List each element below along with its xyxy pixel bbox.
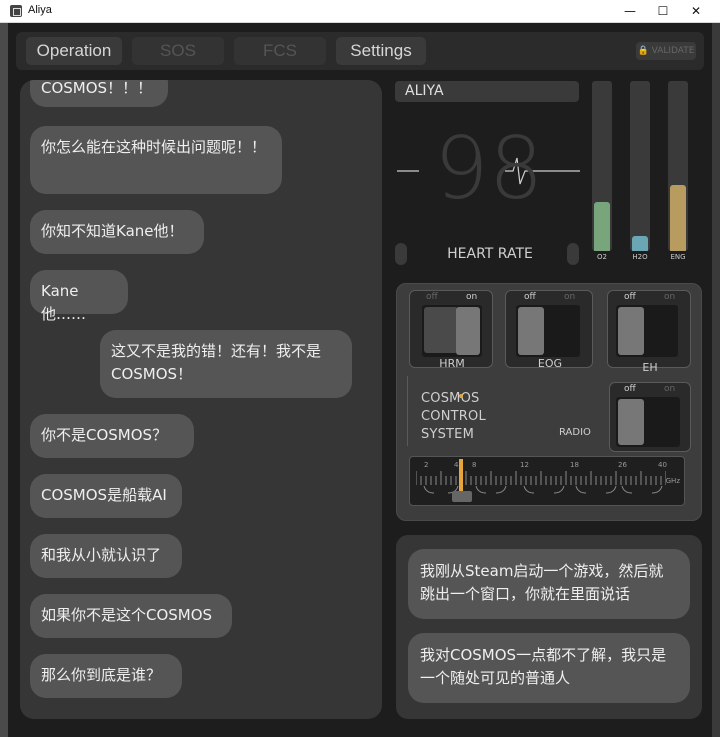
- tab-fcs[interactable]: FCS: [234, 37, 326, 65]
- switch-off-label: off: [426, 292, 438, 302]
- chat-bubble-left: COSMOS是船载AI: [30, 474, 182, 518]
- h2o-label: H2O: [632, 253, 648, 261]
- dial-tick-label: 18: [570, 461, 579, 469]
- eh-label: EH: [642, 361, 658, 374]
- close-button[interactable]: ✕: [676, 0, 716, 23]
- eog-label: EOG: [537, 357, 563, 370]
- frequency-dial[interactable]: 2 4 8 12 18 26 40 GHz: [409, 456, 685, 506]
- hrm-toggle-off-side: [424, 307, 458, 353]
- message-text: 你怎么能在这种时候出问题呢！！: [41, 138, 267, 156]
- message-text: 这又不是我的错！还有！我不是COSMOS！: [111, 342, 322, 383]
- switch-off-label: off: [624, 292, 636, 302]
- h2o-bar: [630, 81, 650, 251]
- chat-bubble-left: 如果你不是这个COSMOS: [30, 594, 232, 638]
- heart-rate-right-indicator: [567, 243, 579, 265]
- dial-unit: GHz: [665, 477, 680, 485]
- system-name: COSMOS CONTROL SYSTEM: [421, 390, 486, 444]
- switch-on-label: on: [466, 292, 478, 302]
- eh-toggle-knob[interactable]: [618, 307, 644, 355]
- chat-bubble-left: 你怎么能在这种时候出问题呢！！: [30, 126, 282, 194]
- h2o-bar-fill: [632, 235, 648, 251]
- dial-slider-knob[interactable]: [452, 491, 472, 502]
- eh-toggle[interactable]: [616, 305, 678, 357]
- chat-bubble-left: 和我从小就认识了: [30, 534, 182, 578]
- chat-bubble-right: 这又不是我的错！还有！我不是COSMOS！: [100, 330, 352, 398]
- chat-bubble-partial: COSMOS！！！: [30, 80, 168, 107]
- chat-bubble-left: Kane他……: [30, 270, 128, 323]
- dial-tick-label: 2: [424, 461, 429, 469]
- eh-switch-box: off on EH: [607, 290, 691, 374]
- chat-bubble-left: 那么你到底是谁？: [30, 654, 182, 698]
- tab-settings[interactable]: Settings: [336, 37, 426, 65]
- switch-off-label: off: [624, 384, 636, 394]
- window-title: Aliya: [28, 4, 52, 16]
- radio-toggle-knob[interactable]: [618, 399, 644, 445]
- dial-tick-label: 12: [520, 461, 529, 469]
- background-strip-left: [0, 23, 8, 737]
- message-text: COSMOS是船载AI: [41, 486, 167, 504]
- heart-rate-value: 98: [434, 119, 544, 219]
- o2-label: O2: [597, 253, 607, 261]
- message-text: 和我从小就认识了: [41, 546, 162, 564]
- o2-bar: [592, 81, 612, 251]
- chat-bubble-left: 你不是COSMOS？: [30, 414, 194, 458]
- dial-tick-marks: [416, 471, 666, 485]
- reply-text: 我刚从Steam启动一个游戏，然后就跳出一个窗口，你就在里面说话: [420, 562, 664, 603]
- radio-label: RADIO: [559, 427, 591, 438]
- chat-bubble-left: 你知不知道Kane他！: [30, 210, 204, 254]
- reply-option[interactable]: 我刚从Steam启动一个游戏，然后就跳出一个窗口，你就在里面说话: [408, 549, 690, 619]
- reply-option[interactable]: 我对COSMOS一点都不了解，我只是一个随处可见的普通人: [408, 633, 690, 703]
- dial-tick-label: 40: [658, 461, 667, 469]
- system-name-line: SYSTEM: [421, 427, 475, 442]
- background-strip-right: [712, 23, 720, 737]
- hrm-switch-box: off on HRM: [409, 290, 493, 370]
- o2-bar-fill: [594, 201, 610, 251]
- radio-switch-box: off on: [609, 382, 691, 452]
- validate-button[interactable]: 🔒 VALIDATE: [636, 42, 696, 60]
- dial-tick-label: 26: [618, 461, 627, 469]
- chat-log[interactable]: COSMOS！！！ 你怎么能在这种时候出问题呢！！ 你知不知道Kane他！ Ka…: [20, 80, 382, 719]
- dial-tick-label: 8: [472, 461, 477, 469]
- heart-rate-label: HEART RATE: [447, 246, 533, 262]
- hrm-label: HRM: [439, 357, 465, 370]
- eng-label: ENG: [670, 253, 686, 261]
- switch-on-label: on: [664, 384, 676, 394]
- message-text: COSMOS！！！: [41, 80, 153, 97]
- switch-off-label: off: [524, 292, 536, 302]
- hrm-toggle-knob[interactable]: [456, 307, 480, 355]
- tab-operation[interactable]: Operation: [26, 37, 122, 65]
- message-text: 你知不知道Kane他！: [41, 222, 184, 240]
- system-name-line: CONTROL: [421, 409, 486, 424]
- control-panel: off on HRM off on EOG off on EH COSMOS C…: [396, 283, 702, 521]
- switch-on-label: on: [564, 292, 576, 302]
- eng-bar: [668, 81, 688, 251]
- app-icon: [10, 5, 22, 17]
- eog-switch-box: off on EOG: [505, 290, 593, 370]
- dial-tick-label: 4: [454, 461, 459, 469]
- message-text: 你不是COSMOS？: [41, 426, 168, 444]
- dial-needle: [459, 459, 463, 491]
- hrm-toggle[interactable]: [422, 305, 482, 357]
- system-name-line: COSMOS: [421, 391, 480, 406]
- message-text: 那么你到底是谁？: [41, 666, 162, 684]
- tab-sos[interactable]: SOS: [132, 37, 224, 65]
- title-bar: Aliya — ☐ ✕: [0, 0, 720, 23]
- heart-rate-left-indicator: [395, 243, 407, 265]
- player-reply-panel: 我刚从Steam启动一个游戏，然后就跳出一个窗口，你就在里面说话 我对COSMO…: [396, 535, 702, 719]
- eog-toggle[interactable]: [516, 305, 580, 357]
- status-dot: [459, 394, 463, 398]
- eog-toggle-knob[interactable]: [518, 307, 544, 355]
- radio-toggle[interactable]: [616, 397, 680, 447]
- message-text: Kane他……: [41, 282, 87, 323]
- message-text: 如果你不是这个COSMOS: [41, 606, 213, 624]
- tab-bar: Operation SOS FCS Settings 🔒 VALIDATE: [16, 32, 704, 70]
- eng-bar-fill: [670, 184, 686, 251]
- reply-text: 我对COSMOS一点都不了解，我只是一个随处可见的普通人: [420, 646, 667, 687]
- character-name: ALIYA: [395, 81, 579, 102]
- switch-on-label: on: [664, 292, 676, 302]
